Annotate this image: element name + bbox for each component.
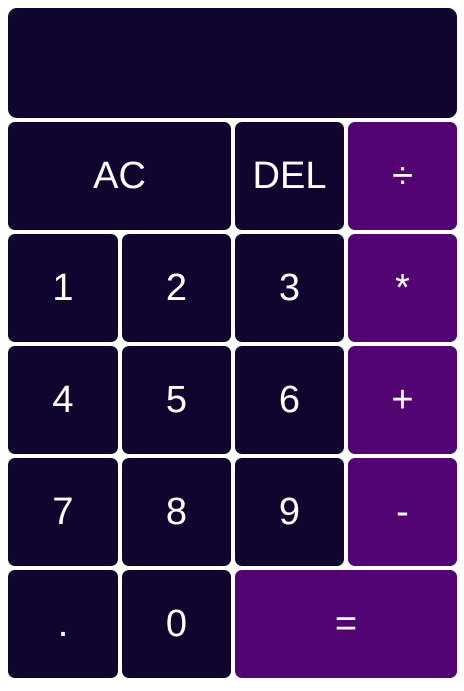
- digit-2-button[interactable]: 2: [121, 233, 232, 343]
- digit-0-button[interactable]: 0: [121, 569, 232, 679]
- decimal-button[interactable]: .: [7, 569, 119, 679]
- calculator-display: [7, 7, 458, 119]
- multiply-button[interactable]: *: [347, 233, 458, 343]
- all-clear-button[interactable]: AC: [7, 121, 232, 231]
- digit-7-button[interactable]: 7: [7, 457, 119, 567]
- digit-3-button[interactable]: 3: [234, 233, 345, 343]
- delete-button[interactable]: DEL: [234, 121, 345, 231]
- calculator: AC DEL ÷ 1 2 3 * 4 5 6 + 7 8 9 - . 0 =: [7, 7, 458, 683]
- digit-9-button[interactable]: 9: [234, 457, 345, 567]
- divide-button[interactable]: ÷: [347, 121, 458, 231]
- digit-8-button[interactable]: 8: [121, 457, 232, 567]
- equals-button[interactable]: =: [234, 569, 458, 679]
- digit-5-button[interactable]: 5: [121, 345, 232, 455]
- add-button[interactable]: +: [347, 345, 458, 455]
- digit-4-button[interactable]: 4: [7, 345, 119, 455]
- digit-1-button[interactable]: 1: [7, 233, 119, 343]
- digit-6-button[interactable]: 6: [234, 345, 345, 455]
- subtract-button[interactable]: -: [347, 457, 458, 567]
